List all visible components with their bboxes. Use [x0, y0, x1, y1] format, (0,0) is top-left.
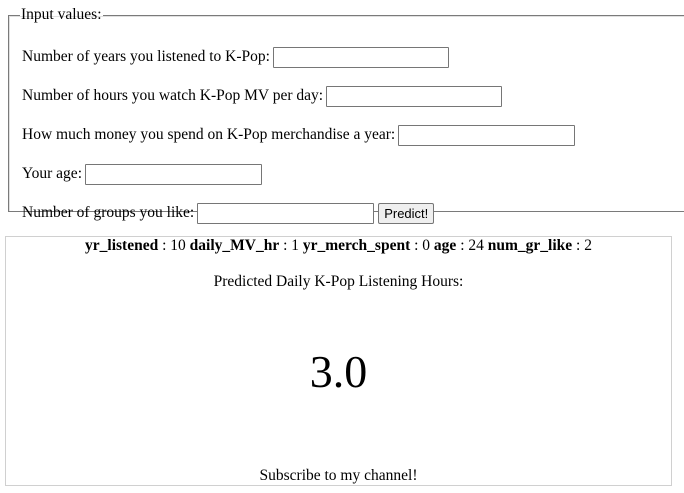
param-key-num-gr-like: num_gr_like — [487, 237, 573, 254]
param-key-yr-listened: yr_listened — [85, 237, 159, 254]
groups-liked-label: Number of groups you like: — [22, 204, 195, 221]
param-separator: : — [283, 237, 288, 254]
param-value-daily-mv-hr: 1 — [291, 237, 300, 254]
age-label: Your age: — [22, 165, 82, 182]
param-separator: : — [460, 237, 465, 254]
param-separator: : — [576, 237, 581, 254]
input-values-legend: Input values: — [21, 6, 102, 23]
merch-spend-row: How much money you spend on K-Pop mercha… — [22, 124, 576, 146]
prediction-label: Predicted Daily K-Pop Listening Hours: — [213, 273, 464, 290]
param-key-age: age — [433, 237, 457, 254]
mv-hours-input[interactable] — [326, 85, 503, 107]
param-value-yr-listened: 10 — [170, 237, 186, 254]
param-separator: : — [162, 237, 167, 254]
years-listened-row: Number of years you listened to K-Pop: — [22, 46, 449, 68]
param-value-num-gr-like: 2 — [584, 237, 592, 254]
groups-liked-input[interactable] — [197, 202, 375, 224]
mv-hours-row: Number of hours you watch K-Pop MV per d… — [22, 85, 503, 107]
prediction-panel: yr_listened : 10 daily_MV_hr : 1 yr_merc… — [5, 236, 672, 486]
prediction-value: 3.0 — [309, 346, 368, 397]
param-value-age: 24 — [468, 237, 484, 254]
years-listened-label: Number of years you listened to K-Pop: — [22, 48, 270, 65]
param-separator: : — [414, 237, 419, 254]
mv-hours-label: Number of hours you watch K-Pop MV per d… — [22, 87, 324, 104]
subscribe-text: Subscribe to my channel! — [259, 467, 418, 484]
merch-spend-label: How much money you spend on K-Pop mercha… — [22, 126, 396, 143]
input-values-fieldset: Input values: Number of years you listen… — [8, 6, 684, 224]
merch-spend-input[interactable] — [398, 124, 576, 146]
groups-liked-row: Number of groups you like: Predict! — [22, 202, 435, 224]
age-row: Your age: — [22, 163, 262, 185]
param-key-daily-mv-hr: daily_MV_hr — [189, 237, 280, 254]
param-key-yr-merch-spent: yr_merch_spent — [302, 237, 411, 254]
input-params-summary: yr_listened : 10 daily_MV_hr : 1 yr_merc… — [6, 237, 671, 255]
years-listened-input[interactable] — [272, 46, 449, 68]
param-value-yr-merch-spent: 0 — [422, 237, 431, 254]
age-input[interactable] — [85, 163, 262, 185]
predict-button[interactable]: Predict! — [378, 202, 435, 224]
